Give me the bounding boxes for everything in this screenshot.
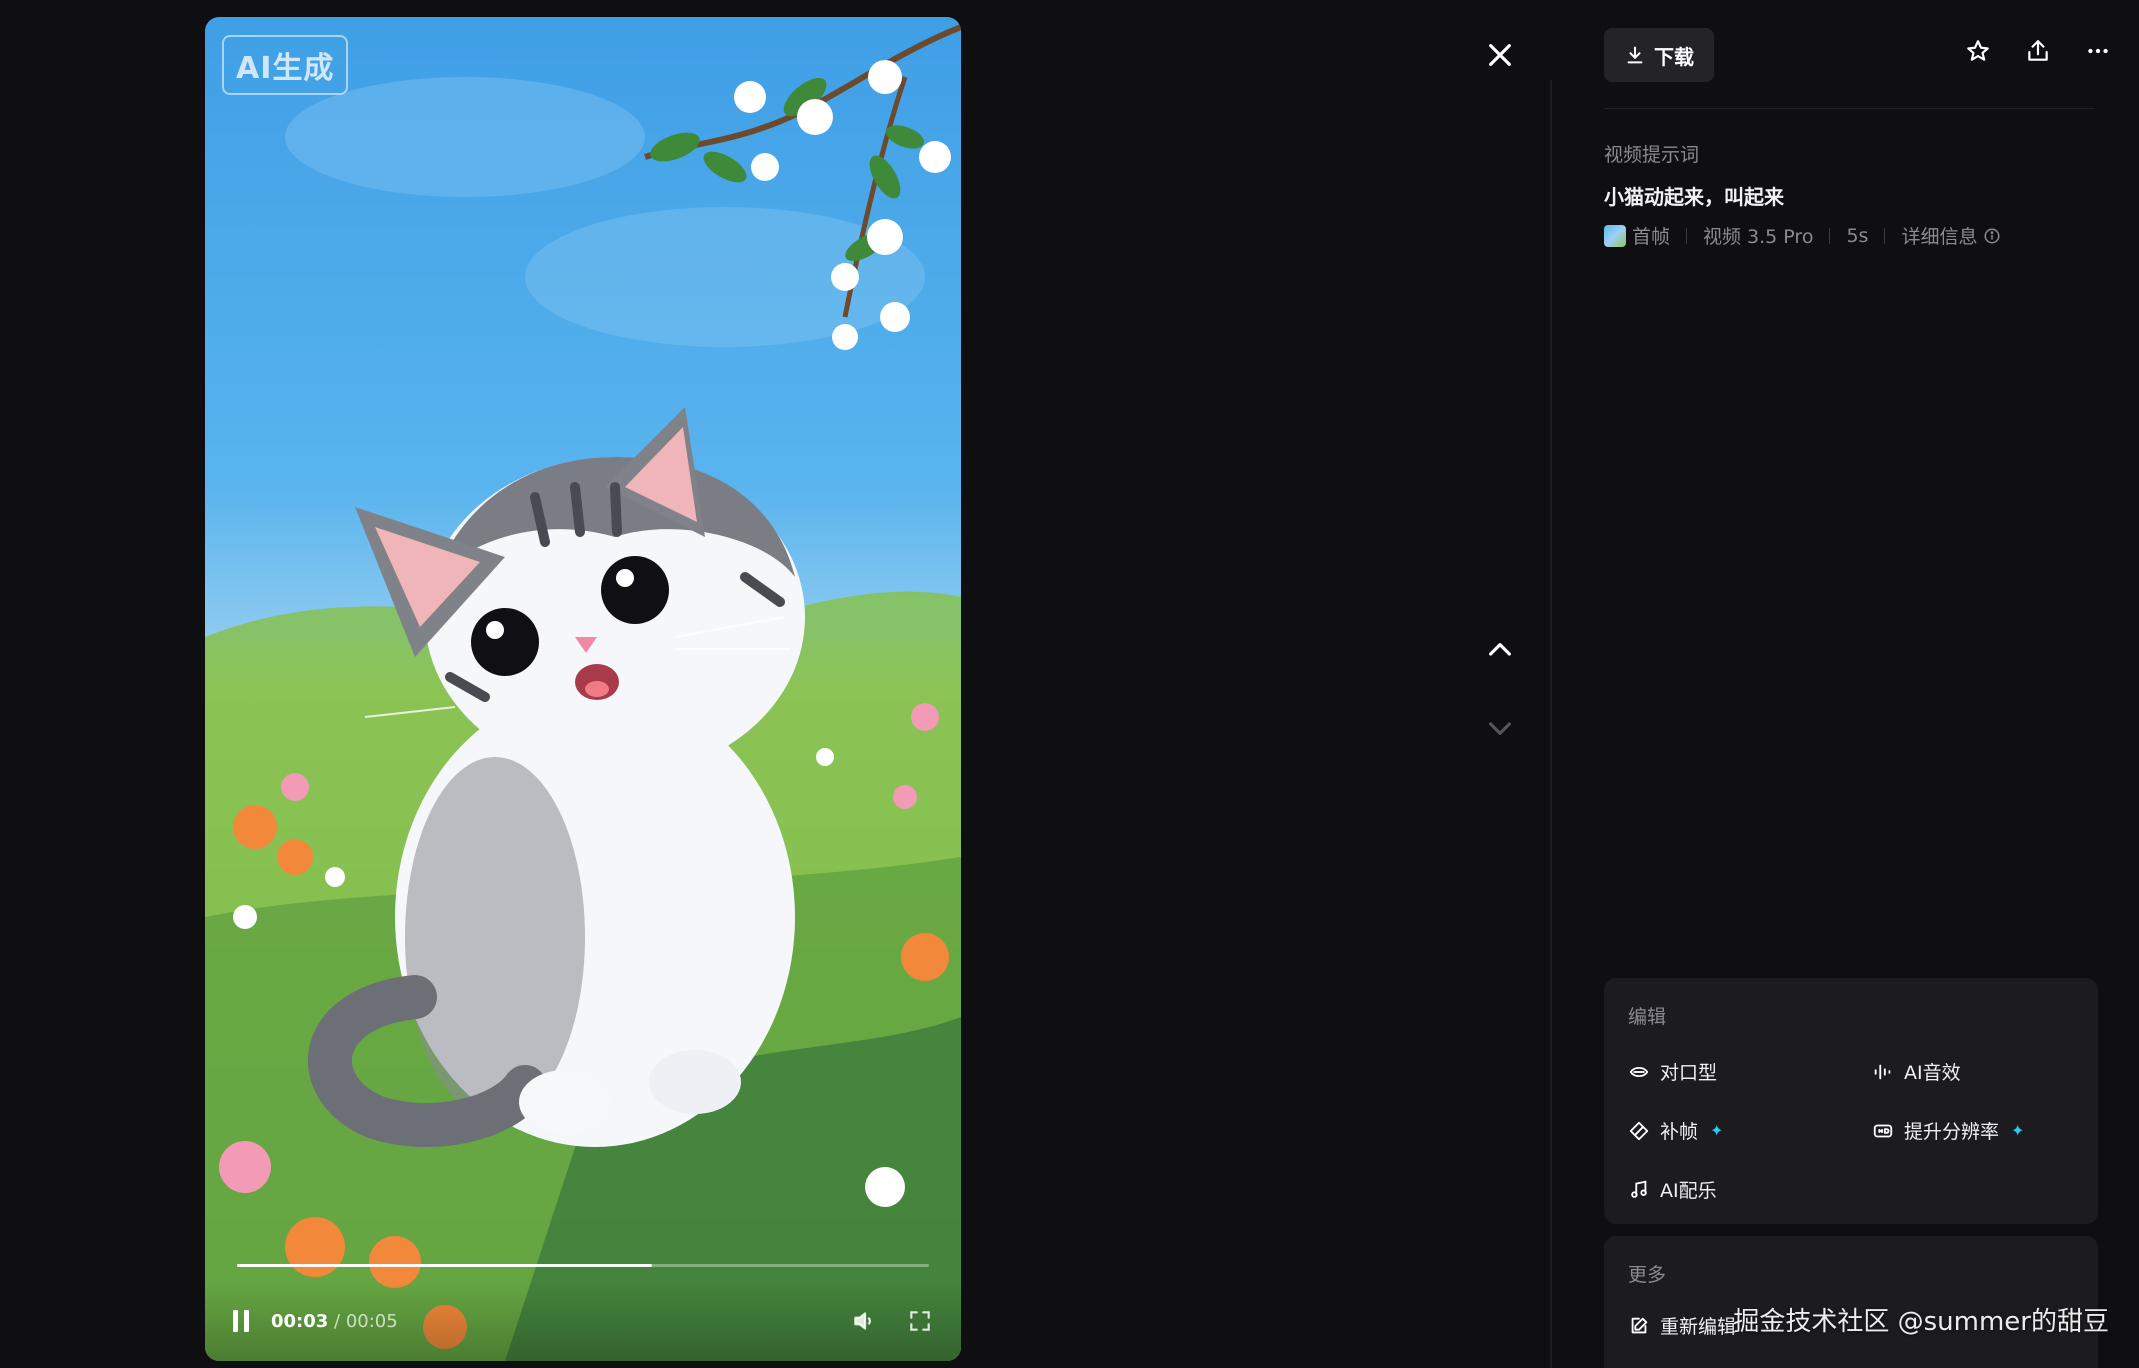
- progress-bar[interactable]: [237, 1264, 929, 1267]
- meta-duration: 5s: [1846, 224, 1869, 247]
- prompt-text: 小猫动起来，叫起来: [1604, 185, 1784, 209]
- edit-card-title: 编辑: [1628, 1006, 1667, 1028]
- sparkle-icon: ✦: [2011, 1121, 2025, 1140]
- ai-sound-effect-label: AI音效: [1904, 1062, 1961, 1084]
- generation-meta: 首帧 视频 3.5 Pro 5s 详细信息: [1604, 222, 2001, 249]
- meta-divider: [1686, 227, 1688, 244]
- current-time: 00:03: [271, 1310, 329, 1332]
- meta-divider: [1884, 227, 1886, 244]
- meta-first-frame: 首帧: [1632, 226, 1671, 248]
- ai-sound-effect-tool[interactable]: AI音效: [1872, 1058, 1961, 1085]
- meta-model: 视频 3.5 Pro: [1703, 226, 1814, 248]
- player-right-controls: [851, 1308, 933, 1334]
- music-note-icon: [1631, 1180, 1647, 1198]
- share-icon[interactable]: [2025, 38, 2051, 64]
- download-button[interactable]: 下载: [1604, 28, 1714, 82]
- details-panel: 下载 视频提示词 小猫动起来，叫起来 首帧 视频 3.5 Pro 5s 详细信息…: [1552, 0, 2139, 1368]
- panel-actions: [1965, 38, 2111, 64]
- first-frame-thumbnail[interactable]: [1604, 224, 1626, 247]
- re-edit-label: 重新编辑: [1660, 1316, 1737, 1338]
- ai-music-label: AI配乐: [1660, 1180, 1717, 1202]
- ai-music-tool[interactable]: AI配乐: [1628, 1176, 1717, 1203]
- diamond-icon: [1629, 1121, 1649, 1140]
- total-time: 00:05: [345, 1310, 398, 1332]
- chevron-down-icon[interactable]: [1484, 712, 1516, 744]
- edit-icon: [1631, 1317, 1648, 1333]
- lip-sync-tool[interactable]: 对口型: [1628, 1058, 1717, 1085]
- time-readout: 00:03 / 00:05: [271, 1311, 398, 1332]
- video-stage: AI生成 00:03 / 00:05: [0, 0, 1550, 1368]
- video-frame-kitten-illustration: [205, 24, 961, 1361]
- lips-icon: [1629, 1066, 1649, 1077]
- player-controls: 00:03 / 00:05: [205, 1281, 961, 1361]
- frame-interpolation-tool[interactable]: 补帧 ✦: [1628, 1117, 1723, 1144]
- close-icon[interactable]: [1484, 39, 1516, 71]
- ai-generated-badge: AI生成: [222, 35, 349, 95]
- sparkle-icon: ✦: [1710, 1121, 1724, 1140]
- panel-separator: [1604, 108, 2095, 109]
- pause-icon[interactable]: [233, 1310, 255, 1332]
- audio-wave-icon: [1874, 1064, 1891, 1079]
- video-player[interactable]: AI生成 00:03 / 00:05: [205, 17, 961, 1361]
- star-icon[interactable]: [1965, 38, 1991, 64]
- lip-sync-label: 对口型: [1660, 1062, 1718, 1084]
- hd-icon: [1873, 1124, 1893, 1137]
- more-icon[interactable]: [2085, 38, 2111, 64]
- watermark: 掘金技术社区 @summer的甜豆: [1733, 1307, 2109, 1337]
- time-separator: /: [328, 1310, 346, 1332]
- download-label: 下载: [1654, 44, 1694, 69]
- fullscreen-icon[interactable]: [907, 1308, 933, 1334]
- more-card-title: 更多: [1628, 1264, 1667, 1286]
- chevron-up-icon[interactable]: [1484, 634, 1516, 666]
- meta-details[interactable]: 详细信息: [1901, 222, 1977, 249]
- prompt-label: 视频提示词: [1604, 144, 1700, 166]
- edit-card: 编辑 对口型 AI音效 补帧 ✦ 提升分辨率 ✦ AI配乐: [1604, 978, 2098, 1224]
- volume-icon[interactable]: [851, 1308, 877, 1334]
- progress-fill: [237, 1264, 653, 1267]
- download-icon: [1627, 46, 1643, 64]
- upscale-label: 提升分辨率: [1904, 1121, 2000, 1143]
- re-edit-tool[interactable]: 重新编辑: [1628, 1312, 1736, 1339]
- upscale-tool[interactable]: 提升分辨率 ✦: [1872, 1117, 2024, 1144]
- frame-interpolation-label: 补帧: [1660, 1121, 1699, 1143]
- info-icon[interactable]: [1983, 227, 2001, 245]
- meta-divider: [1829, 227, 1831, 244]
